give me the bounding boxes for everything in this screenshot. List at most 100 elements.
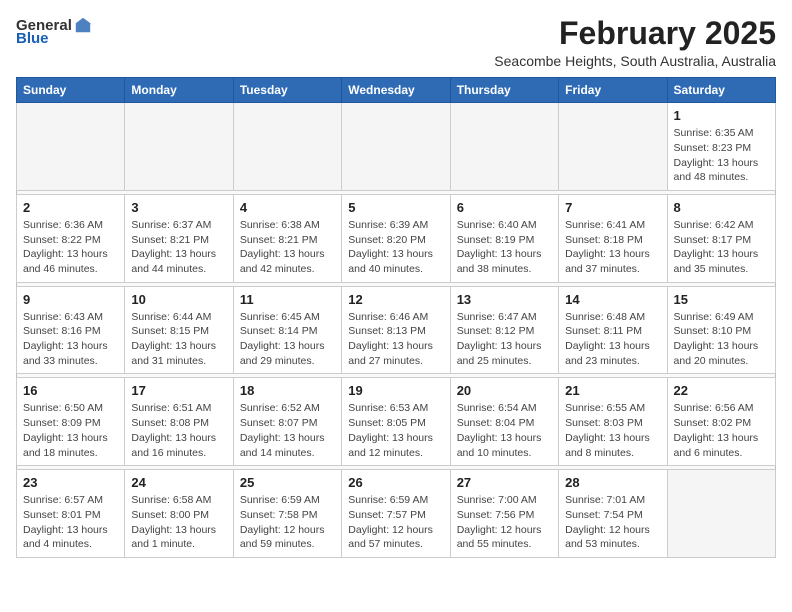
day-number: 9 xyxy=(23,292,118,307)
col-header-monday: Monday xyxy=(125,78,233,103)
day-info: Sunrise: 6:49 AM Sunset: 8:10 PM Dayligh… xyxy=(674,310,769,369)
calendar-cell: 26 Sunrise: 6:59 AM Sunset: 7:57 PM Dayli… xyxy=(342,470,450,558)
calendar-cell: 23 Sunrise: 6:57 AM Sunset: 8:01 PM Dayli… xyxy=(17,470,125,558)
day-info: Sunrise: 6:53 AM Sunset: 8:05 PM Dayligh… xyxy=(348,401,443,460)
calendar-cell xyxy=(342,103,450,191)
calendar-cell xyxy=(125,103,233,191)
day-number: 13 xyxy=(457,292,552,307)
day-info: Sunrise: 6:39 AM Sunset: 8:20 PM Dayligh… xyxy=(348,218,443,277)
day-number: 7 xyxy=(565,200,660,215)
calendar-cell: 8Sunrise: 6:42 AM Sunset: 8:17 PM Daylig… xyxy=(667,194,775,282)
calendar-cell: 16Sunrise: 6:50 AM Sunset: 8:09 PM Dayli… xyxy=(17,378,125,466)
day-number: 20 xyxy=(457,383,552,398)
calendar-header-row: Sunday Monday Tuesday Wednesday Thursday… xyxy=(17,78,776,103)
logo-icon xyxy=(74,16,92,34)
logo: General Blue xyxy=(16,16,92,47)
calendar-cell: 10 Sunrise: 6:44 AM Sunset: 8:15 PM Dayli… xyxy=(125,286,233,374)
day-number: 11 xyxy=(240,292,335,307)
calendar-cell: 6Sunrise: 6:40 AM Sunset: 8:19 PM Daylig… xyxy=(450,194,558,282)
day-number: 6 xyxy=(457,200,552,215)
calendar-cell xyxy=(559,103,667,191)
day-info: Sunrise: 6:45 AM Sunset: 8:14 PM Dayligh… xyxy=(240,310,335,369)
calendar-cell xyxy=(450,103,558,191)
calendar-cell: 28 Sunrise: 7:01 AM Sunset: 7:54 PM Dayli… xyxy=(559,470,667,558)
day-number: 5 xyxy=(348,200,443,215)
day-info: Sunrise: 7:00 AM Sunset: 7:56 PM Dayligh… xyxy=(457,493,552,552)
day-number: 4 xyxy=(240,200,335,215)
col-header-friday: Friday xyxy=(559,78,667,103)
day-info: Sunrise: 7:01 AM Sunset: 7:54 PM Dayligh… xyxy=(565,493,660,552)
day-info: Sunrise: 6:57 AM Sunset: 8:01 PM Dayligh… xyxy=(23,493,118,552)
calendar-cell: 5 Sunrise: 6:39 AM Sunset: 8:20 PM Daylig… xyxy=(342,194,450,282)
logo-blue: Blue xyxy=(16,30,49,47)
calendar-cell: 20 Sunrise: 6:54 AM Sunset: 8:04 PM Dayli… xyxy=(450,378,558,466)
day-number: 2 xyxy=(23,200,118,215)
day-number: 3 xyxy=(131,200,226,215)
day-number: 26 xyxy=(348,475,443,490)
calendar: Sunday Monday Tuesday Wednesday Thursday… xyxy=(16,77,776,558)
day-number: 22 xyxy=(674,383,769,398)
calendar-cell: 3Sunrise: 6:37 AM Sunset: 8:21 PM Daylig… xyxy=(125,194,233,282)
page-container: General Blue February 2025 Seacombe Heig… xyxy=(16,16,776,558)
day-number: 12 xyxy=(348,292,443,307)
day-number: 18 xyxy=(240,383,335,398)
day-info: Sunrise: 6:59 AM Sunset: 7:57 PM Dayligh… xyxy=(348,493,443,552)
calendar-cell: 12 Sunrise: 6:46 AM Sunset: 8:13 PM Dayli… xyxy=(342,286,450,374)
day-info: Sunrise: 6:59 AM Sunset: 7:58 PM Dayligh… xyxy=(240,493,335,552)
calendar-cell xyxy=(667,470,775,558)
day-info: Sunrise: 6:47 AM Sunset: 8:12 PM Dayligh… xyxy=(457,310,552,369)
day-info: Sunrise: 6:35 AM Sunset: 8:23 PM Dayligh… xyxy=(674,126,769,185)
day-number: 10 xyxy=(131,292,226,307)
calendar-week-row: 9 Sunrise: 6:43 AM Sunset: 8:16 PM Daylig… xyxy=(17,286,776,374)
calendar-week-row: 23 Sunrise: 6:57 AM Sunset: 8:01 PM Dayli… xyxy=(17,470,776,558)
day-info: Sunrise: 6:48 AM Sunset: 8:11 PM Dayligh… xyxy=(565,310,660,369)
calendar-cell: 25 Sunrise: 6:59 AM Sunset: 7:58 PM Dayli… xyxy=(233,470,341,558)
col-header-sunday: Sunday xyxy=(17,78,125,103)
day-info: Sunrise: 6:41 AM Sunset: 8:18 PM Dayligh… xyxy=(565,218,660,277)
calendar-cell: 22 Sunrise: 6:56 AM Sunset: 8:02 PM Dayli… xyxy=(667,378,775,466)
day-info: Sunrise: 6:44 AM Sunset: 8:15 PM Dayligh… xyxy=(131,310,226,369)
day-number: 14 xyxy=(565,292,660,307)
day-number: 16 xyxy=(23,383,118,398)
day-number: 23 xyxy=(23,475,118,490)
day-info: Sunrise: 6:55 AM Sunset: 8:03 PM Dayligh… xyxy=(565,401,660,460)
calendar-cell: 14 Sunrise: 6:48 AM Sunset: 8:11 PM Dayli… xyxy=(559,286,667,374)
day-number: 28 xyxy=(565,475,660,490)
col-header-thursday: Thursday xyxy=(450,78,558,103)
calendar-cell: 18Sunrise: 6:52 AM Sunset: 8:07 PM Dayli… xyxy=(233,378,341,466)
day-info: Sunrise: 6:56 AM Sunset: 8:02 PM Dayligh… xyxy=(674,401,769,460)
title-area: February 2025 Seacombe Heights, South Au… xyxy=(494,16,776,69)
calendar-cell: 19 Sunrise: 6:53 AM Sunset: 8:05 PM Dayli… xyxy=(342,378,450,466)
day-number: 17 xyxy=(131,383,226,398)
calendar-cell: 24 Sunrise: 6:58 AM Sunset: 8:00 PM Dayli… xyxy=(125,470,233,558)
day-info: Sunrise: 6:54 AM Sunset: 8:04 PM Dayligh… xyxy=(457,401,552,460)
calendar-cell: 9 Sunrise: 6:43 AM Sunset: 8:16 PM Daylig… xyxy=(17,286,125,374)
day-info: Sunrise: 6:36 AM Sunset: 8:22 PM Dayligh… xyxy=(23,218,118,277)
calendar-cell: 17 Sunrise: 6:51 AM Sunset: 8:08 PM Dayli… xyxy=(125,378,233,466)
header: General Blue February 2025 Seacombe Heig… xyxy=(16,16,776,69)
calendar-cell: 1 Sunrise: 6:35 AM Sunset: 8:23 PM Daylig… xyxy=(667,103,775,191)
day-info: Sunrise: 6:51 AM Sunset: 8:08 PM Dayligh… xyxy=(131,401,226,460)
calendar-cell: 4 Sunrise: 6:38 AM Sunset: 8:21 PM Daylig… xyxy=(233,194,341,282)
calendar-week-row: 16Sunrise: 6:50 AM Sunset: 8:09 PM Dayli… xyxy=(17,378,776,466)
calendar-cell: 27Sunrise: 7:00 AM Sunset: 7:56 PM Dayli… xyxy=(450,470,558,558)
day-info: Sunrise: 6:46 AM Sunset: 8:13 PM Dayligh… xyxy=(348,310,443,369)
calendar-cell xyxy=(17,103,125,191)
calendar-cell: 11 Sunrise: 6:45 AM Sunset: 8:14 PM Dayli… xyxy=(233,286,341,374)
calendar-cell: 13 Sunrise: 6:47 AM Sunset: 8:12 PM Dayli… xyxy=(450,286,558,374)
calendar-cell xyxy=(233,103,341,191)
calendar-cell: 2 Sunrise: 6:36 AM Sunset: 8:22 PM Daylig… xyxy=(17,194,125,282)
day-number: 25 xyxy=(240,475,335,490)
day-number: 19 xyxy=(348,383,443,398)
day-number: 1 xyxy=(674,108,769,123)
calendar-cell: 7 Sunrise: 6:41 AM Sunset: 8:18 PM Daylig… xyxy=(559,194,667,282)
day-number: 15 xyxy=(674,292,769,307)
day-info: Sunrise: 6:43 AM Sunset: 8:16 PM Dayligh… xyxy=(23,310,118,369)
calendar-week-row: 1 Sunrise: 6:35 AM Sunset: 8:23 PM Daylig… xyxy=(17,103,776,191)
day-info: Sunrise: 6:42 AM Sunset: 8:17 PM Dayligh… xyxy=(674,218,769,277)
day-number: 24 xyxy=(131,475,226,490)
col-header-tuesday: Tuesday xyxy=(233,78,341,103)
day-info: Sunrise: 6:58 AM Sunset: 8:00 PM Dayligh… xyxy=(131,493,226,552)
day-info: Sunrise: 6:38 AM Sunset: 8:21 PM Dayligh… xyxy=(240,218,335,277)
col-header-saturday: Saturday xyxy=(667,78,775,103)
